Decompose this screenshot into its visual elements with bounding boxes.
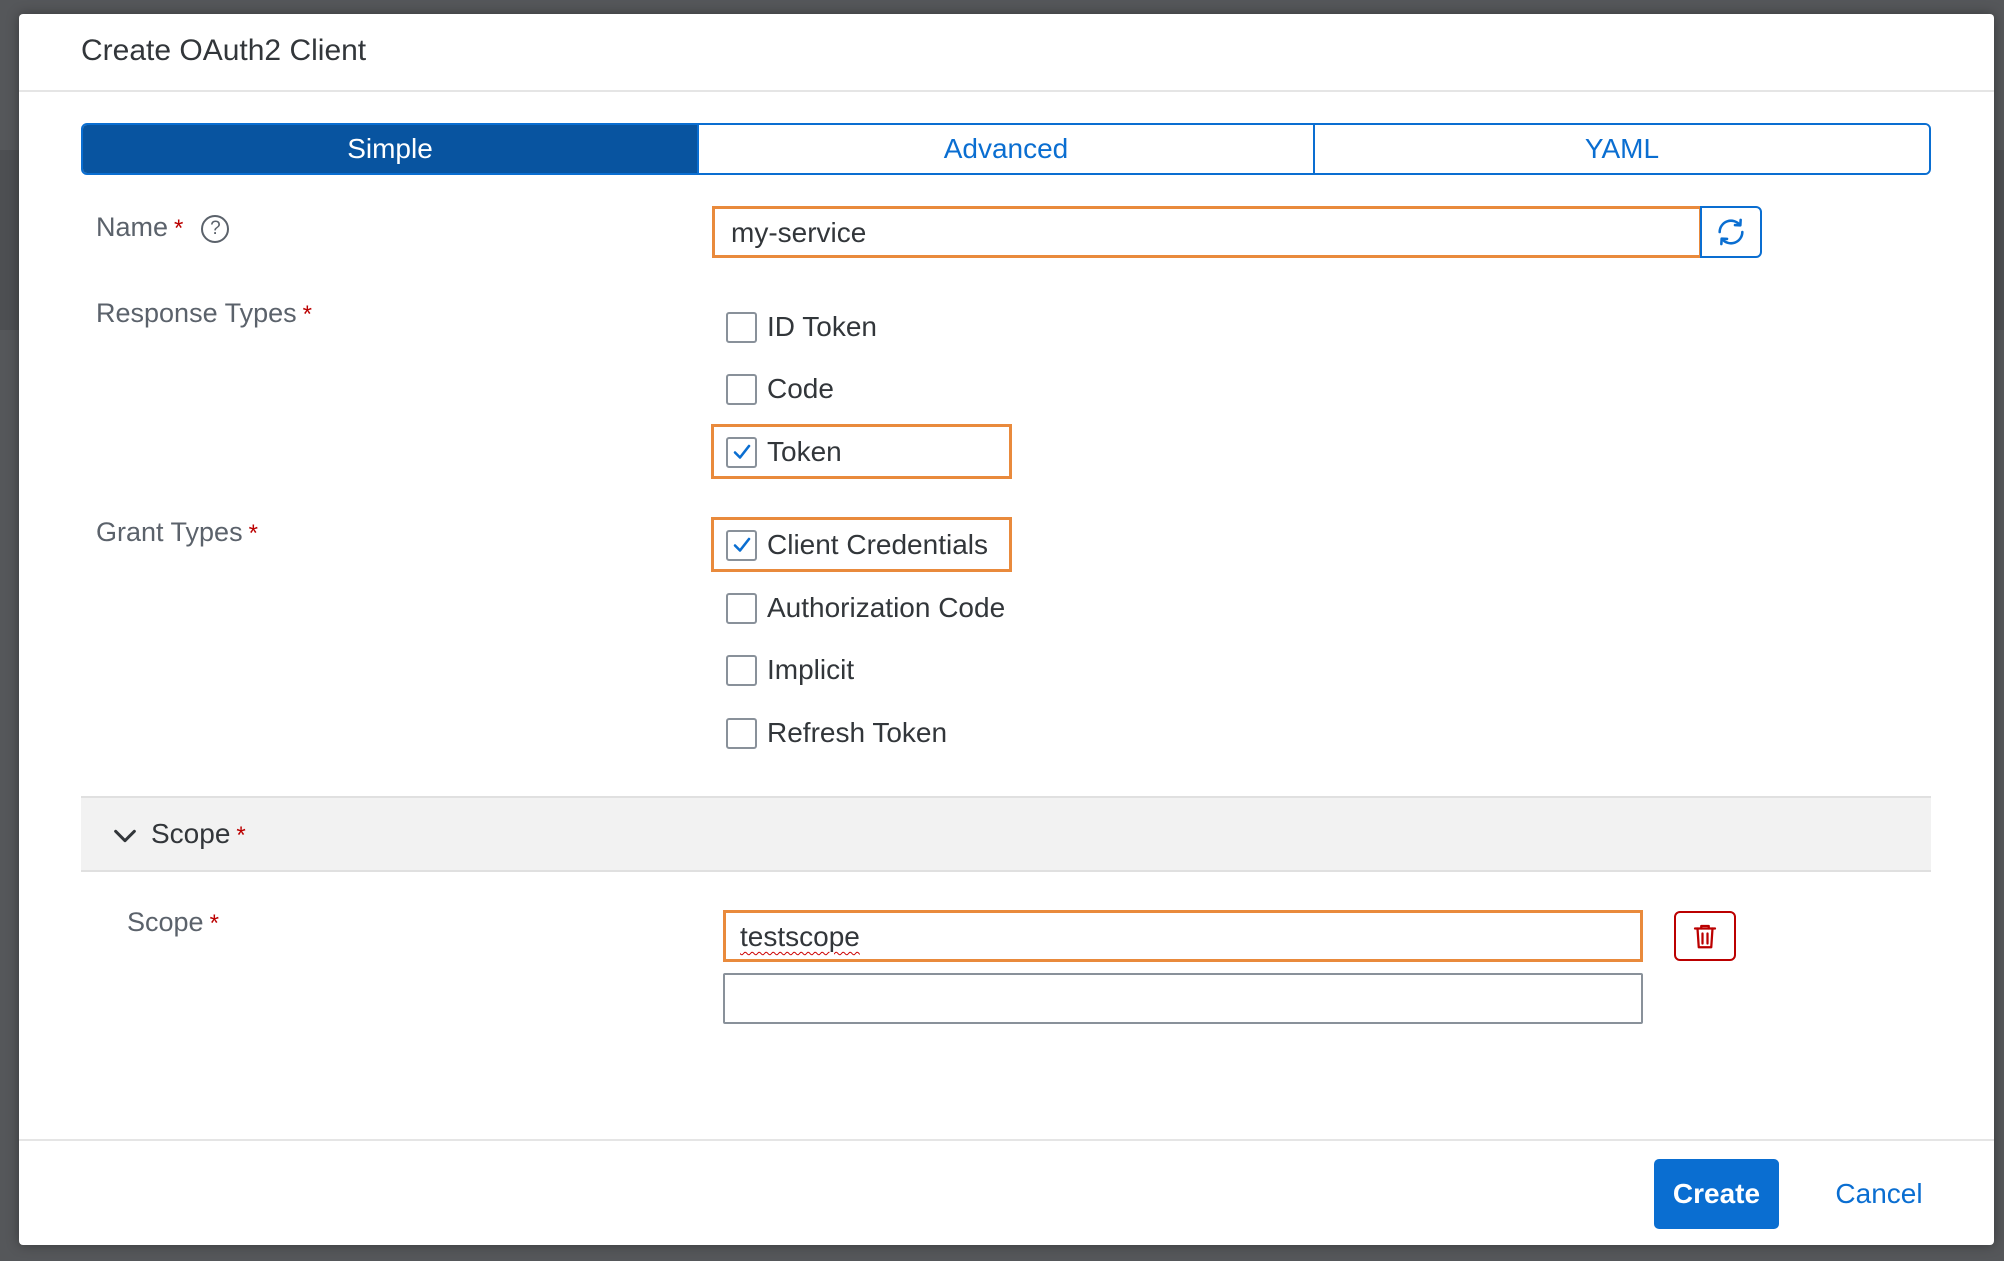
scope-input[interactable]: testscope bbox=[723, 910, 1643, 962]
delete-scope-button[interactable] bbox=[1674, 911, 1736, 961]
generate-name-button[interactable] bbox=[1700, 206, 1762, 258]
dialog-title: Create OAuth2 Client bbox=[81, 34, 367, 67]
chevron-down-icon[interactable] bbox=[111, 822, 139, 850]
checkmark-icon bbox=[733, 444, 750, 459]
create-oauth2-client-dialog: Create OAuth2 Client Simple Advanced YAM… bbox=[19, 14, 1994, 1245]
name-label: Name *? bbox=[96, 212, 230, 243]
scope-input-new[interactable] bbox=[723, 973, 1643, 1024]
checkbox-box[interactable] bbox=[726, 373, 757, 405]
checkbox-label: Token bbox=[767, 436, 842, 467]
dialog-header: Create OAuth2 Client bbox=[19, 14, 1994, 92]
response-types-label-text: Response Types bbox=[96, 298, 297, 328]
scope-input-value: testscope bbox=[740, 921, 860, 952]
checkbox-box[interactable] bbox=[726, 592, 757, 624]
checkbox-label: Code bbox=[767, 373, 834, 404]
checkbox-box[interactable] bbox=[726, 311, 757, 343]
checkbox-label: Client Credentials bbox=[767, 529, 988, 560]
checkbox-box[interactable] bbox=[726, 436, 757, 468]
response-types-label: Response Types * bbox=[96, 298, 312, 329]
grant-types-label: Grant Types * bbox=[96, 517, 258, 548]
checkbox-label: Authorization Code bbox=[767, 592, 1006, 623]
checkbox-label: Refresh Token bbox=[767, 717, 948, 748]
background-strip bbox=[1994, 150, 2004, 330]
checkbox-label: ID Token bbox=[767, 311, 877, 342]
checkmark-icon bbox=[733, 537, 750, 552]
question-circle-icon[interactable]: ? bbox=[201, 215, 230, 243]
checkbox-id-token[interactable]: ID Token bbox=[726, 307, 877, 347]
checkbox-box[interactable] bbox=[726, 654, 757, 686]
grant-types-label-text: Grant Types bbox=[96, 517, 243, 547]
checkbox-authorization-code[interactable]: Authorization Code bbox=[726, 588, 1005, 628]
scope-panel-title-text: Scope bbox=[151, 818, 231, 849]
name-input[interactable]: my-service bbox=[712, 206, 1702, 258]
trash-icon bbox=[1693, 924, 1717, 949]
scope-label: Scope * bbox=[127, 907, 219, 938]
checkbox-token[interactable]: Token bbox=[726, 432, 842, 472]
required-mark: * bbox=[236, 822, 246, 849]
create-button[interactable]: Create bbox=[1654, 1159, 1779, 1229]
name-label-text: Name bbox=[96, 212, 169, 242]
required-mark: * bbox=[248, 520, 258, 547]
required-mark: * bbox=[209, 910, 219, 937]
checkbox-implicit[interactable]: Implicit bbox=[726, 650, 854, 690]
checkbox-label: Implicit bbox=[767, 654, 855, 685]
checkbox-box[interactable] bbox=[726, 717, 757, 749]
tab-yaml[interactable]: YAML bbox=[1315, 125, 1929, 173]
refresh-icon bbox=[1718, 218, 1744, 246]
dialog-footer: Create Cancel bbox=[19, 1139, 1994, 1245]
checkbox-code[interactable]: Code bbox=[726, 369, 834, 409]
mode-segmented-button: Simple Advanced YAML bbox=[81, 123, 1931, 175]
required-mark: * bbox=[174, 215, 184, 242]
scope-label-text: Scope bbox=[127, 907, 204, 937]
tab-advanced[interactable]: Advanced bbox=[699, 125, 1315, 173]
scope-panel-header[interactable]: Scope * bbox=[81, 796, 1931, 872]
background-strip bbox=[0, 150, 19, 330]
checkbox-client-credentials[interactable]: Client Credentials bbox=[726, 525, 988, 565]
cancel-button[interactable]: Cancel bbox=[1819, 1159, 1939, 1229]
scope-panel-title: Scope * bbox=[151, 818, 246, 850]
checkbox-refresh-token[interactable]: Refresh Token bbox=[726, 713, 947, 753]
required-mark: * bbox=[302, 301, 312, 328]
checkbox-box[interactable] bbox=[726, 529, 757, 561]
tab-simple[interactable]: Simple bbox=[83, 125, 699, 173]
